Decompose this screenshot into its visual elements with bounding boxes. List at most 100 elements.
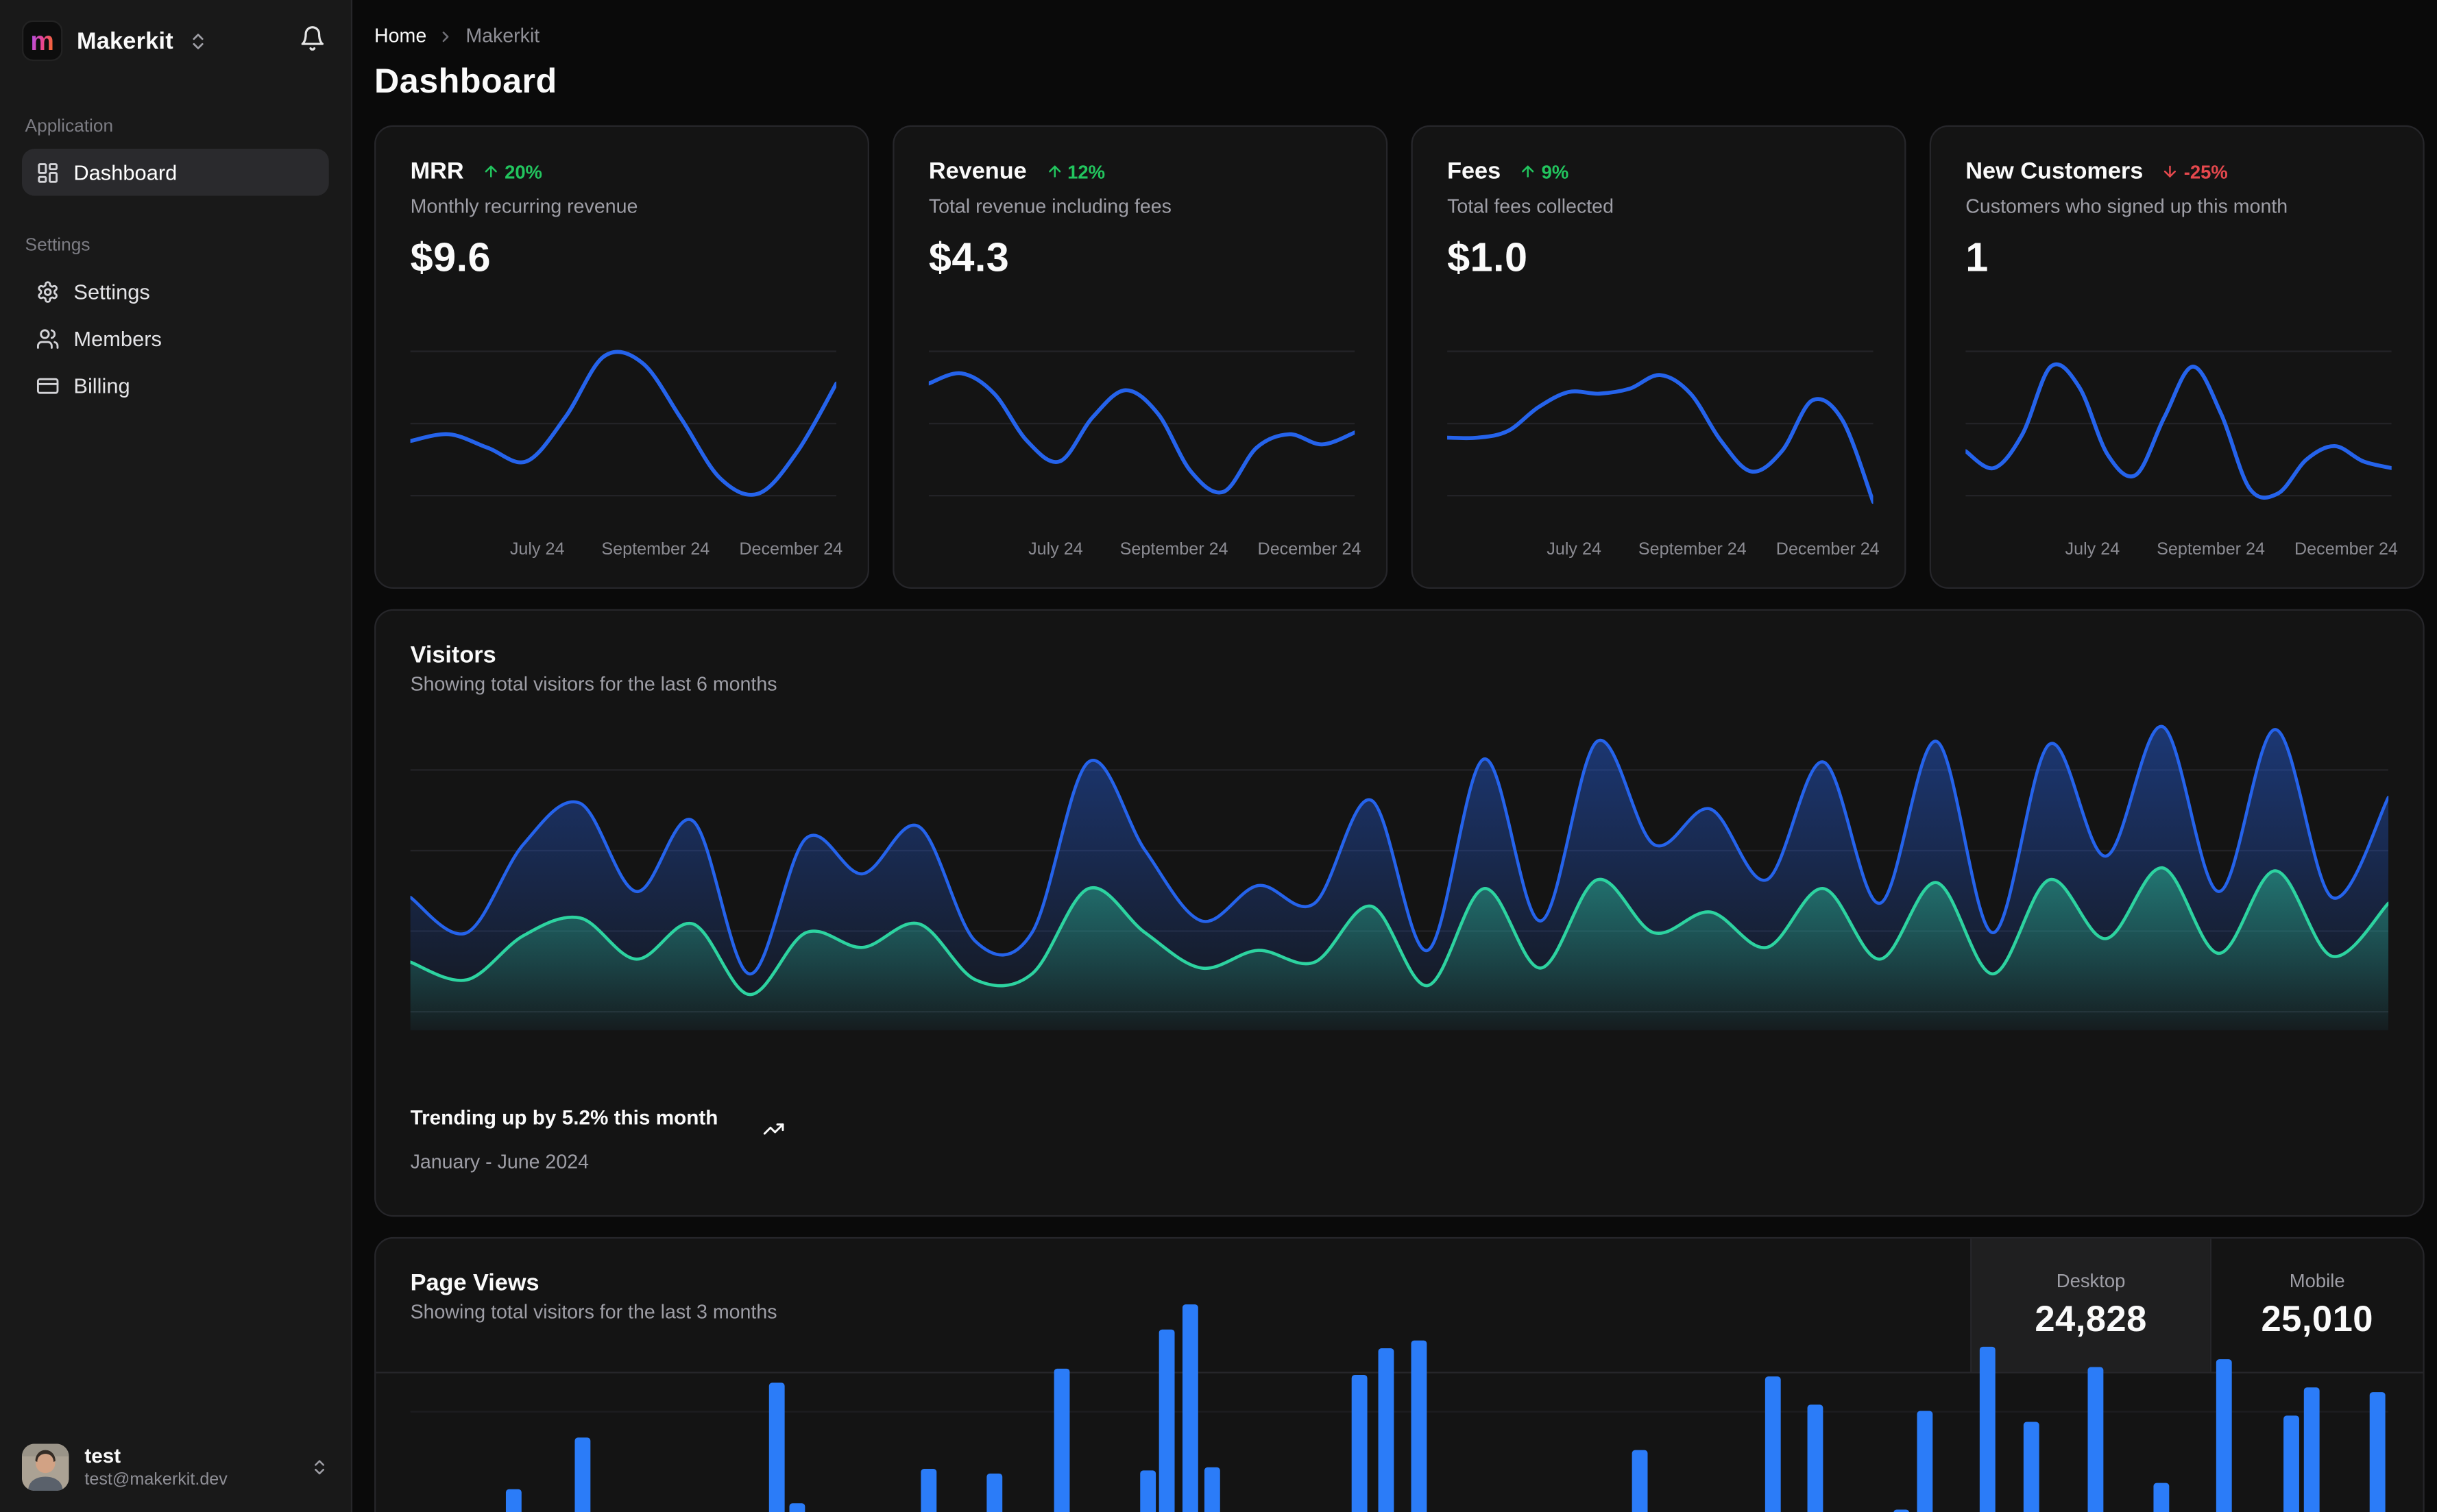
stat-title: Fees bbox=[1447, 158, 1501, 185]
page-views-bar bbox=[1140, 1470, 1156, 1512]
page-views-bar bbox=[1632, 1450, 1648, 1512]
visitors-title: Visitors bbox=[410, 642, 496, 669]
sparkline-chart: July 24 September 24 December 24 bbox=[1963, 337, 2398, 565]
breadcrumb-home-link[interactable]: Home bbox=[374, 25, 426, 47]
page-views-bar bbox=[1378, 1348, 1394, 1512]
stat-desc: Customers who signed up this month bbox=[1965, 195, 2288, 218]
page-views-tabs: Desktop 24,828 Mobile 25,010 bbox=[1970, 1239, 2423, 1372]
sidebar-item-label: Members bbox=[73, 326, 162, 350]
page-views-bar bbox=[2216, 1359, 2232, 1512]
page-views-bar bbox=[2023, 1422, 2039, 1512]
chevrons-up-down-icon bbox=[187, 31, 208, 51]
stat-value: $1.0 bbox=[1447, 233, 1528, 280]
user-name: test bbox=[84, 1443, 121, 1467]
page-views-bar-chart bbox=[410, 1304, 2389, 1512]
visitors-footer: Trending up by 5.2% this month bbox=[376, 1030, 2423, 1140]
page-views-bar bbox=[1351, 1374, 1368, 1512]
stat-card-fees: Fees 9% Total fees collected $1.0 July 2… bbox=[1411, 125, 1906, 589]
visitors-subtitle: Showing total visitors for the last 6 mo… bbox=[410, 673, 777, 696]
sidebar-item-billing[interactable]: Billing bbox=[22, 362, 329, 409]
trend-badge: 12% bbox=[1045, 160, 1105, 182]
page-views-bar bbox=[921, 1469, 937, 1512]
stat-desc: Total revenue including fees bbox=[928, 195, 1172, 218]
stat-value: $4.3 bbox=[928, 233, 1010, 280]
dashboard-app: m Makerkit Application Dashboard Setting… bbox=[0, 0, 2437, 1512]
layout-dashboard-icon bbox=[36, 160, 60, 184]
stat-value: 1 bbox=[1965, 233, 1989, 280]
page-views-bar bbox=[1159, 1329, 1175, 1512]
page-views-bar bbox=[505, 1489, 522, 1512]
x-axis: July 24 September 24 December 24 bbox=[509, 540, 843, 559]
stat-card-revenue: Revenue 12% Total revenue including fees… bbox=[893, 125, 1388, 589]
gear-icon bbox=[36, 280, 60, 303]
sidebar-item-dashboard[interactable]: Dashboard bbox=[21, 149, 329, 196]
trend-badge: -25% bbox=[2162, 160, 2228, 182]
users-icon bbox=[36, 326, 60, 350]
stat-title: Revenue bbox=[928, 158, 1027, 185]
visitors-card: Visitors Showing total visitors for the … bbox=[374, 609, 2425, 1217]
arrow-up-icon bbox=[1520, 163, 1537, 180]
page-views-bar bbox=[1204, 1467, 1220, 1512]
tab-desktop[interactable]: Desktop 24,828 bbox=[1970, 1239, 2210, 1372]
stat-title: MRR bbox=[410, 158, 464, 185]
visitors-area-chart bbox=[410, 724, 2389, 1031]
tab-mobile[interactable]: Mobile 25,010 bbox=[2209, 1239, 2423, 1372]
breadcrumb-current: Makerkit bbox=[465, 25, 540, 47]
chevron-right-icon bbox=[437, 27, 454, 45]
trend-badge: 20% bbox=[483, 160, 542, 182]
makerkit-logo: m bbox=[21, 20, 63, 62]
page-views-bar bbox=[2303, 1387, 2320, 1512]
sidebar-item-label: Billing bbox=[73, 373, 130, 398]
sidebar: m Makerkit Application Dashboard Setting… bbox=[0, 0, 353, 1512]
page-views-title: Page Views bbox=[410, 1269, 539, 1297]
page-views-bar bbox=[2283, 1415, 2299, 1512]
page-views-bar bbox=[1917, 1411, 1933, 1512]
sidebar-item-members[interactable]: Members bbox=[22, 315, 329, 362]
section-label-settings: Settings bbox=[25, 236, 90, 256]
page-views-bar bbox=[1807, 1404, 1823, 1512]
trend-badge: 9% bbox=[1520, 160, 1568, 182]
user-email: test@makerkit.dev bbox=[84, 1470, 228, 1489]
x-axis: July 24 September 24 December 24 bbox=[1028, 540, 1361, 559]
bell-icon bbox=[299, 25, 326, 52]
page-views-bar bbox=[2153, 1483, 2170, 1512]
page-views-bar bbox=[1893, 1509, 1910, 1512]
logo-letter: m bbox=[30, 25, 54, 56]
page-views-bar bbox=[2087, 1367, 2104, 1512]
sidebar-item-settings[interactable]: Settings bbox=[22, 268, 329, 315]
arrow-up-icon bbox=[483, 163, 500, 180]
sparkline-chart: July 24 September 24 December 24 bbox=[408, 337, 843, 565]
chevrons-up-down-icon bbox=[310, 1458, 328, 1476]
page-title: Dashboard bbox=[374, 61, 557, 101]
user-menu[interactable]: test test@makerkit.dev bbox=[0, 1425, 351, 1512]
stat-title: New Customers bbox=[1965, 158, 2144, 185]
sidebar-item-label: Settings bbox=[73, 279, 150, 304]
sidebar-item-label: Dashboard bbox=[73, 160, 178, 184]
sparkline-chart: July 24 September 24 December 24 bbox=[1445, 337, 1880, 565]
page-views-bar bbox=[1411, 1340, 1427, 1512]
stat-cards-row: MRR 20% Monthly recurring revenue $9.6 J… bbox=[374, 125, 2425, 589]
avatar bbox=[21, 1443, 69, 1491]
main-content: Home Makerkit Dashboard MRR 20% Monthly … bbox=[352, 0, 2437, 1512]
trending-up-icon bbox=[729, 1093, 820, 1141]
page-views-bar bbox=[789, 1503, 805, 1512]
workspace-switcher[interactable]: m Makerkit bbox=[21, 20, 208, 62]
stat-card-mrr: MRR 20% Monthly recurring revenue $9.6 J… bbox=[374, 125, 870, 589]
credit-card-icon bbox=[36, 374, 60, 397]
page-views-bar bbox=[2369, 1392, 2386, 1512]
page-views-bar bbox=[1182, 1304, 1198, 1512]
stat-desc: Monthly recurring revenue bbox=[410, 195, 638, 218]
x-axis: July 24 September 24 December 24 bbox=[1547, 540, 1880, 559]
page-views-bar bbox=[986, 1473, 1003, 1512]
page-views-bar bbox=[1765, 1376, 1781, 1512]
page-views-card: Page Views Showing total visitors for th… bbox=[374, 1236, 2425, 1512]
arrow-up-icon bbox=[1045, 163, 1063, 180]
stat-card-new-customers: New Customers -25% Customers who signed … bbox=[1929, 125, 2425, 589]
x-axis: July 24 September 24 December 24 bbox=[2065, 540, 2398, 559]
section-label-application: Application bbox=[25, 117, 114, 136]
page-views-bar bbox=[1979, 1346, 1996, 1512]
sparkline-chart: July 24 September 24 December 24 bbox=[926, 337, 1361, 565]
stat-value: $9.6 bbox=[410, 233, 492, 280]
page-views-bar bbox=[574, 1437, 591, 1512]
notifications-button[interactable] bbox=[299, 25, 326, 57]
